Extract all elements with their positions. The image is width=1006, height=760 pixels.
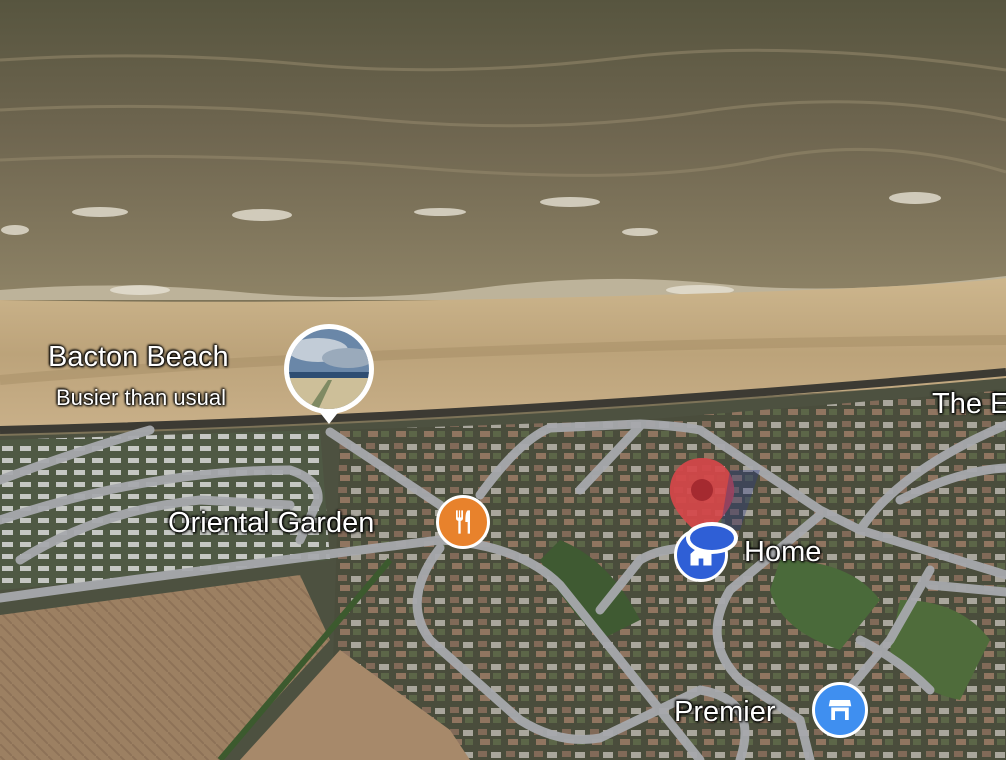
restaurant-icon [456, 510, 470, 534]
place-subtitle-busyness: Busier than usual [56, 385, 226, 410]
place-title-cutoff[interactable]: The E [932, 388, 1006, 421]
bacton-beach-photo-pin[interactable] [284, 324, 374, 414]
pin-pointer [318, 410, 340, 424]
place-title-oriental-garden[interactable]: Oriental Garden [168, 507, 374, 540]
place-title-bacton-beach[interactable]: Bacton Beach [48, 341, 229, 374]
photo-thumbnail-icon [289, 329, 369, 409]
place-title-home[interactable]: Home [744, 536, 821, 569]
satellite-map[interactable]: Bacton Beach Busier than usual Oriental … [0, 0, 1006, 760]
restaurant-pin[interactable] [436, 495, 490, 549]
shop-pin[interactable] [812, 682, 868, 738]
current-location-dot [686, 522, 738, 554]
place-title-premier[interactable]: Premier [674, 696, 776, 729]
shop-icon [828, 700, 852, 720]
map-imagery [0, 0, 1006, 760]
